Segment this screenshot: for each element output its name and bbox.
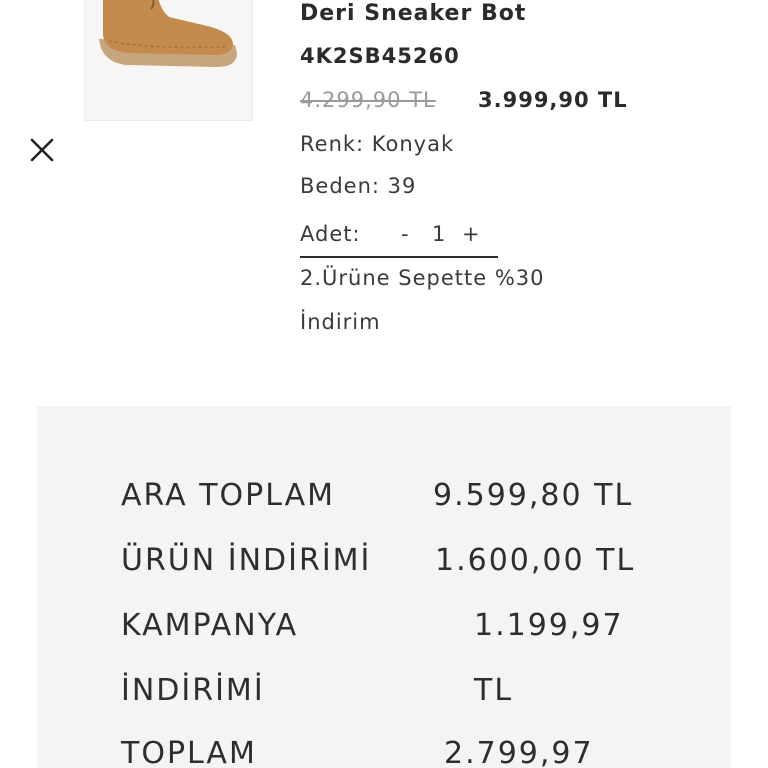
total-label: TOPLAM: [121, 736, 257, 768]
product-sku: 4K2SB45260: [300, 44, 460, 68]
subtotal-value: 9.599,80 TL: [433, 478, 634, 513]
shoe-image: [99, 0, 237, 67]
campaign-discount-label: KAMPANYA: [121, 608, 299, 643]
old-price: 4.299,90 TL: [300, 88, 436, 112]
color-attribute: Renk: Konyak: [300, 132, 455, 156]
shoe-upper: [103, 0, 233, 55]
product-discount-label: ÜRÜN İNDİRİMİ: [121, 543, 372, 578]
close-icon: [30, 138, 54, 162]
quantity-label: Adet:: [300, 222, 361, 246]
cart-page: Deri Sneaker Bot 4K2SB45260 4.299,90 TL …: [0, 0, 768, 768]
total-value: 2.799,97: [444, 736, 594, 768]
product-discount-value: 1.600,00 TL: [435, 543, 636, 578]
campaign-discount-value: 1.199,97: [474, 608, 624, 643]
order-summary: ARA TOPLAM 9.599,80 TL ÜRÜN İNDİRİMİ 1.6…: [37, 406, 731, 768]
promo-text-line2: İndirim: [300, 310, 381, 334]
quantity-decrease-button[interactable]: -: [401, 222, 410, 246]
product-name[interactable]: Deri Sneaker Bot: [300, 1, 526, 26]
quantity-increase-button[interactable]: +: [462, 222, 481, 246]
product-image[interactable]: [84, 0, 253, 121]
remove-item-button[interactable]: [28, 136, 56, 164]
quantity-value: 1: [432, 222, 447, 246]
sale-price: 3.999,90 TL: [478, 88, 628, 112]
quantity-stepper: Adet: - 1 +: [300, 220, 498, 258]
size-attribute: Beden: 39: [300, 174, 417, 198]
promo-text-line1: 2.Ürüne Sepette %30: [300, 266, 545, 290]
subtotal-label: ARA TOPLAM: [121, 478, 336, 513]
campaign-discount-value-cont: TL: [474, 673, 514, 708]
campaign-discount-label-cont: İNDİRİMİ: [121, 673, 265, 708]
